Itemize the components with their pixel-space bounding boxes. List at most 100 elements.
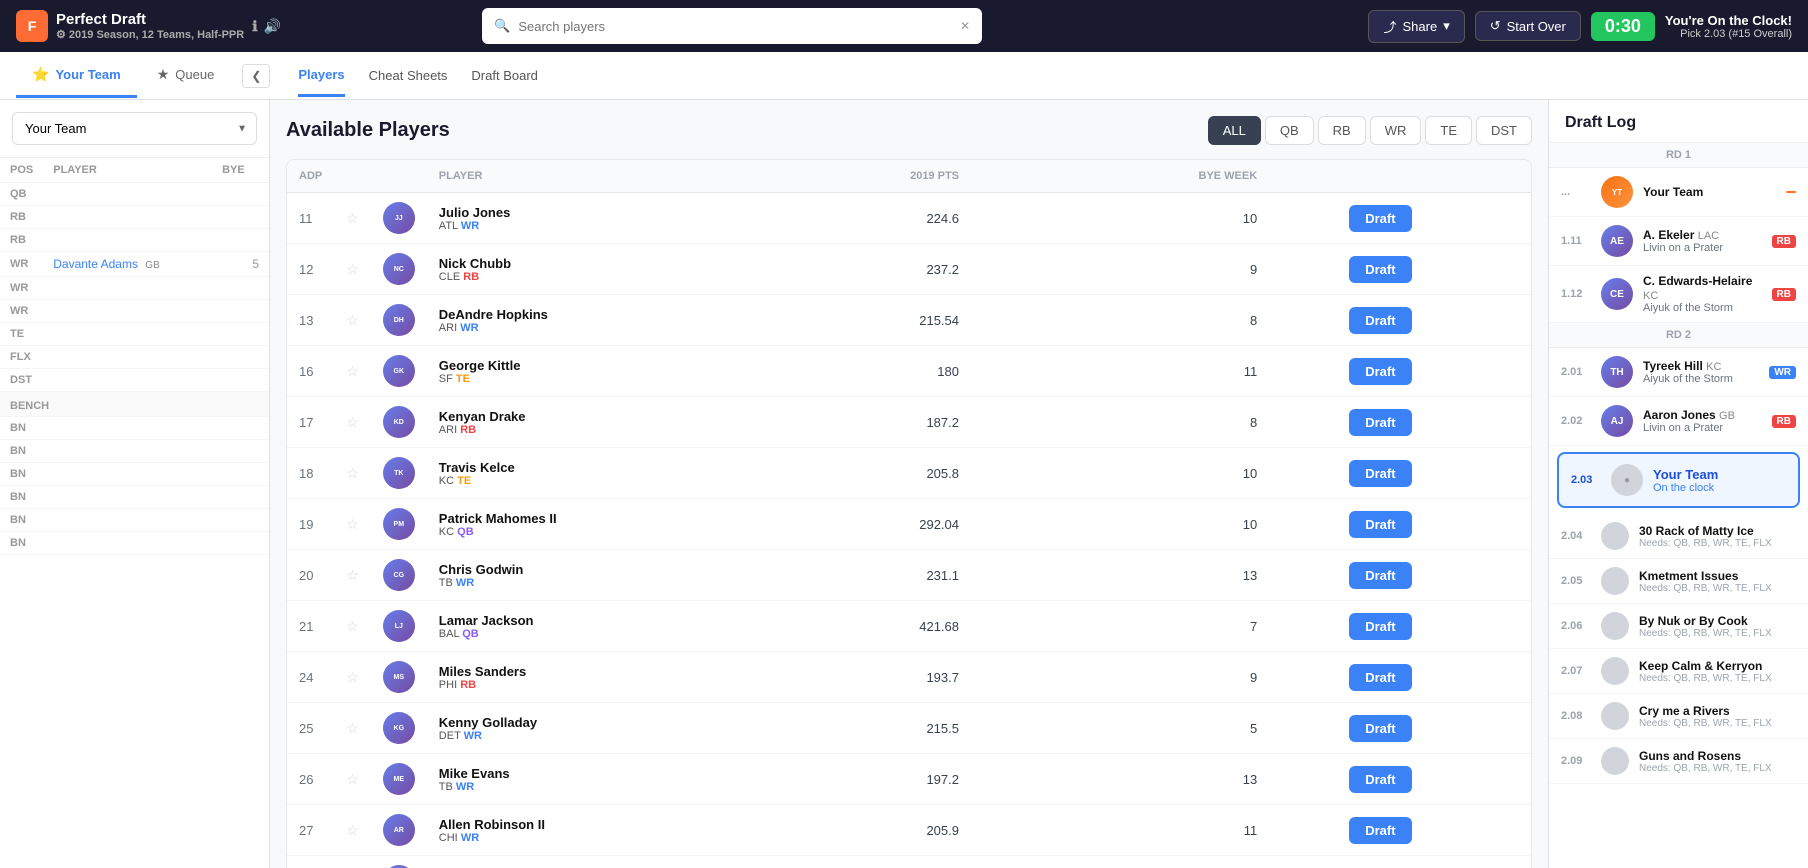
sound-icon[interactable]: 🔊 [264,18,281,35]
favorite-icon[interactable]: ☆ [346,822,359,838]
pos-tag: WR [461,832,479,844]
info-icon[interactable]: ℹ [252,18,257,35]
player-name[interactable]: Chris Godwin [439,562,761,577]
tab-queue[interactable]: ★ Queue [141,54,231,98]
draft-cell: Draft [1337,703,1531,754]
upcoming-avatar-2-05 [1601,567,1629,595]
action-header [1337,160,1531,193]
favorite-icon[interactable]: ☆ [346,414,359,430]
collapse-sidebar-button[interactable]: ❮ [242,64,270,88]
upcoming-2-05: 2.05 Kmetment Issues Needs: QB, RB, WR, … [1549,559,1808,604]
table-row: 24 ☆ MS Miles Sanders PHI RB 193.7 9 Dra… [287,652,1531,703]
player-name[interactable]: Kenny Golladay [439,715,761,730]
draft-button[interactable]: Draft [1349,766,1411,793]
team-abbr: TB [439,577,453,589]
search-bar: 🔍 ✕ [482,8,982,44]
search-input[interactable] [518,19,952,34]
player-name[interactable]: Patrick Mahomes II [439,511,761,526]
player-avatar: NC [383,253,415,285]
favorite-icon[interactable]: ☆ [346,363,359,379]
share-button[interactable]: ⤴ Share ▾ [1368,10,1464,43]
favorite-icon[interactable]: ☆ [346,720,359,736]
draft-button[interactable]: Draft [1349,358,1411,385]
player-name[interactable]: Lamar Jackson [439,613,761,628]
main-tab-cheat-sheets[interactable]: Cheat Sheets [369,56,448,95]
favorite-icon[interactable]: ☆ [346,465,359,481]
player-name[interactable]: Miles Sanders [439,664,761,679]
draft-button[interactable]: Draft [1349,562,1411,589]
player-name[interactable]: Travis Kelce [439,460,761,475]
player-name[interactable]: Julio Jones [439,205,761,220]
player-name[interactable]: George Kittle [439,358,761,373]
filter-te[interactable]: TE [1425,116,1472,145]
player-name[interactable]: Kenyan Drake [439,409,761,424]
your-pick-container: 2.03 ● Your Team On the clock [1557,452,1800,508]
player-name[interactable]: DeAndre Hopkins [439,307,761,322]
favorite-icon[interactable]: ☆ [346,312,359,328]
pos-wr3: WR [0,300,43,323]
draft-cell: Draft [1337,295,1531,346]
start-over-button[interactable]: ↺ Start Over [1475,11,1581,41]
favorite-icon[interactable]: ☆ [346,261,359,277]
draft-button[interactable]: Draft [1349,715,1411,742]
main-tab-players[interactable]: Players [298,55,344,97]
avatar-ekeler: AE [1601,225,1633,257]
draft-cell: Draft [1337,601,1531,652]
draft-cell: Draft [1337,448,1531,499]
adp-cell: 24 [287,652,334,703]
roster-pos-header: POS [0,158,43,183]
bye-cell: 11 [999,805,1337,856]
player-davante-adams[interactable]: Davante Adams [53,257,138,271]
player-team: PHI RB [439,679,761,691]
favorite-icon[interactable]: ☆ [346,618,359,634]
favorite-icon[interactable]: ☆ [346,516,359,532]
brand-icons: ℹ 🔊 [252,18,281,35]
pick-2-06-num: 2.06 [1561,620,1591,632]
clear-search-icon[interactable]: ✕ [960,19,970,33]
pts-cell: 292.04 [773,499,1000,550]
player-avatar: MS [383,661,415,693]
favorite-icon[interactable]: ☆ [346,567,359,583]
favorite-icon[interactable]: ☆ [346,669,359,685]
filter-all[interactable]: ALL [1208,116,1261,145]
player-name[interactable]: Nick Chubb [439,256,761,271]
draft-button[interactable]: Draft [1349,409,1411,436]
filter-qb[interactable]: QB [1265,116,1314,145]
filter-rb[interactable]: RB [1318,116,1366,145]
adp-cell: 20 [287,550,334,601]
adp-cell: 17 [287,397,334,448]
draft-log-header: Draft Log [1549,100,1808,143]
draft-button[interactable]: Draft [1349,664,1411,691]
upcoming-avatar-2-06 [1601,612,1629,640]
pick-num-2-02: 2.02 [1561,415,1591,427]
team-select[interactable]: Your Team [12,112,257,145]
draft-button[interactable]: Draft [1349,205,1411,232]
pts-cell: 231.1 [773,550,1000,601]
player-avatar: KD [383,406,415,438]
player-avatar: GK [383,355,415,387]
draft-button[interactable]: Draft [1349,613,1411,640]
player-team-badge: GB [145,260,159,271]
star-cell: ☆ [334,499,371,550]
player-name[interactable]: Mike Evans [439,766,761,781]
favorite-icon[interactable]: ☆ [346,771,359,787]
draft-button[interactable]: Draft [1349,817,1411,844]
draft-button[interactable]: Draft [1349,256,1411,283]
restart-icon: ↺ [1490,18,1501,34]
avatar-cell: AR [371,805,427,856]
avatar-cell: NC [371,244,427,295]
main-tab-draft-board[interactable]: Draft Board [471,56,537,95]
draft-button[interactable]: Draft [1349,460,1411,487]
draft-button[interactable]: Draft [1349,307,1411,334]
filter-dst[interactable]: DST [1476,116,1532,145]
draft-button[interactable]: Draft [1349,511,1411,538]
avatar-jones: AJ [1601,405,1633,437]
ekeler-pos-badge: RB [1772,235,1796,248]
favorite-icon[interactable]: ☆ [346,210,359,226]
pos-tag: WR [464,730,482,742]
upcoming-needs-2-09: Needs: QB, RB, WR, TE, FLX [1639,763,1796,774]
player-name[interactable]: Allen Robinson II [439,817,761,832]
filter-wr[interactable]: WR [1370,116,1422,145]
ceh-name: C. Edwards-Helaire KC [1643,274,1762,302]
tab-your-team[interactable]: ⭐ Your Team [16,54,137,98]
